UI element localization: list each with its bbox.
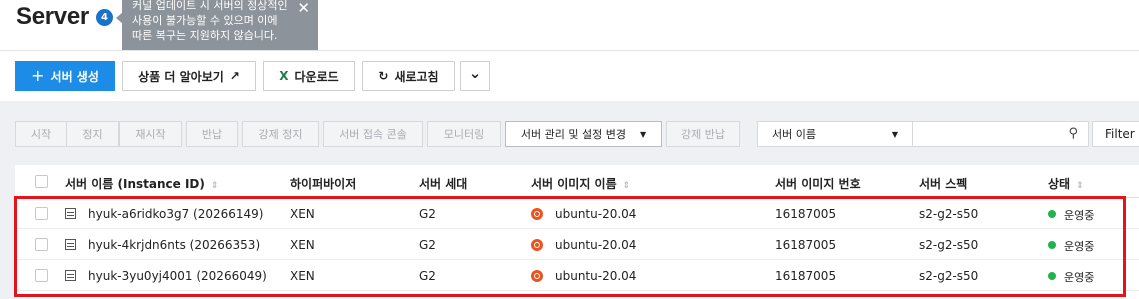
refresh-button[interactable]: ↻ 새로고침 [362,61,455,91]
create-server-label: 서버 생성 [50,69,99,84]
column-status[interactable]: 상태 ⇕ [1048,175,1084,192]
sort-icon[interactable]: ⇕ [211,181,219,191]
cell-image-name: ubuntu-20.04 [555,238,637,252]
server-icon [65,239,76,250]
select-all-checkbox[interactable] [35,175,48,188]
filter-button[interactable]: Filter [1092,121,1139,147]
search-input[interactable]: ⚲ [913,121,1089,147]
column-generation: 서버 세대 [419,177,468,191]
caret-down-icon: ▼ [891,129,898,139]
manage-settings-label: 서버 관리 및 설정 변경 [520,128,626,141]
column-spec: 서버 스펙 [919,177,968,191]
info-badge[interactable]: 4 [96,9,113,26]
refresh-icon: ↻ [378,69,389,83]
cell-image-name: ubuntu-20.04 [555,207,637,221]
server-table: 서버 이름 (Instance ID) ⇕ 하이퍼바이저 서버 세대 서버 이미지… [15,165,1139,299]
cell-generation: G2 [419,207,436,221]
server-icon [65,208,76,219]
server-icon [65,270,76,281]
cell-name: hyuk-4krjdn6nts (20266353) [88,238,261,252]
cell-name: hyuk-a6ridko3g7 (20266149) [88,207,264,221]
table-header: 서버 이름 (Instance ID) ⇕ 하이퍼바이저 서버 세대 서버 이미지… [15,165,1139,198]
ubuntu-icon [531,208,543,220]
cell-status: 운영중 [1064,271,1095,284]
download-label: 다운로드 [294,69,339,84]
column-image-no: 서버 이미지 번호 [775,177,861,191]
ubuntu-icon [531,239,543,251]
column-status-label: 상태 [1048,177,1071,191]
stop-button[interactable]: 정지 [66,121,119,147]
cell-image-no: 16187005 [775,207,837,221]
restart-button[interactable]: 재시작 [119,121,182,147]
console-button[interactable]: 서버 접속 콘솔 [323,121,423,147]
external-link-icon: ↗ [229,69,240,83]
search-icon[interactable]: ⚲ [1068,126,1078,141]
column-hypervisor: 하이퍼바이저 [290,177,357,191]
learn-more-label: 상품 더 알아보기 [138,69,224,84]
cell-spec: s2-g2-s50 [919,207,979,221]
monitoring-button[interactable]: 모니터링 [427,121,501,147]
cell-image-no: 16187005 [775,238,837,252]
row-checkbox[interactable] [35,207,48,220]
force-stop-button[interactable]: 강제 정지 [242,121,319,147]
page-title: Server [16,3,89,30]
create-server-button[interactable]: + 서버 생성 [15,61,115,91]
learn-more-button[interactable]: 상품 더 알아보기 ↗ [122,61,256,91]
cell-image-no: 16187005 [775,269,837,283]
manage-settings-button[interactable]: 서버 관리 및 설정 변경 ▼ [505,121,662,147]
cell-hypervisor: XEN [290,269,315,283]
column-name-label: 서버 이름 (Instance ID) [65,177,205,191]
refresh-label: 새로고침 [394,69,439,84]
tooltip-text: 커널 업데이트 시 서버의 정상적인 사용이 불가능할 수 있으며 이에 따른 … [132,0,288,42]
column-name[interactable]: 서버 이름 (Instance ID) ⇕ [65,175,218,192]
table-row[interactable]: hyuk-a6ridko3g7 (20266149) XEN G2 ubuntu… [15,198,1139,229]
close-icon[interactable]: ✕ [297,0,310,16]
row-checkbox[interactable] [35,238,48,251]
chevron-down-icon: ⌄ [468,64,482,82]
search-field-select[interactable]: 서버 이름 ▼ [757,121,913,147]
search-field-value: 서버 이름 [772,128,816,141]
cell-generation: G2 [419,238,436,252]
cell-generation: G2 [419,269,436,283]
plus-icon: + [31,66,45,85]
cell-status: 운영중 [1064,209,1095,222]
caret-down-icon: ▼ [639,129,647,139]
download-button[interactable]: X 다운로드 [263,61,355,91]
status-dot [1048,210,1056,218]
cell-hypervisor: XEN [290,207,315,221]
status-dot [1048,272,1056,280]
cell-status: 운영중 [1064,240,1095,253]
column-image-name[interactable]: 서버 이미지 이름 ⇕ [531,175,630,192]
tooltip: 커널 업데이트 시 서버의 정상적인 사용이 불가능할 수 있으며 이에 따른 … [122,0,318,51]
cell-name: hyuk-3yu0yj4001 (20266049) [88,269,267,283]
return-button[interactable]: 반납 [186,121,238,147]
sort-icon[interactable]: ⇕ [623,181,631,191]
cell-hypervisor: XEN [290,238,315,252]
cell-image-name: ubuntu-20.04 [555,269,637,283]
force-return-button[interactable]: 강제 반납 [666,121,740,147]
status-dot [1048,241,1056,249]
cell-spec: s2-g2-s50 [919,238,979,252]
excel-icon: X [279,69,289,83]
start-button[interactable]: 시작 [15,121,67,147]
ubuntu-icon [531,270,543,282]
table-row[interactable]: hyuk-4krjdn6nts (20266353) XEN G2 ubuntu… [15,229,1139,260]
more-options-button[interactable]: ⌄ [460,61,490,91]
row-checkbox[interactable] [35,269,48,282]
sort-icon[interactable]: ⇕ [1076,181,1084,191]
column-image-name-label: 서버 이미지 이름 [531,177,617,191]
table-row[interactable]: hyuk-3yu0yj4001 (20266049) XEN G2 ubuntu… [15,260,1139,291]
divider [0,50,1139,51]
cell-spec: s2-g2-s50 [919,269,979,283]
